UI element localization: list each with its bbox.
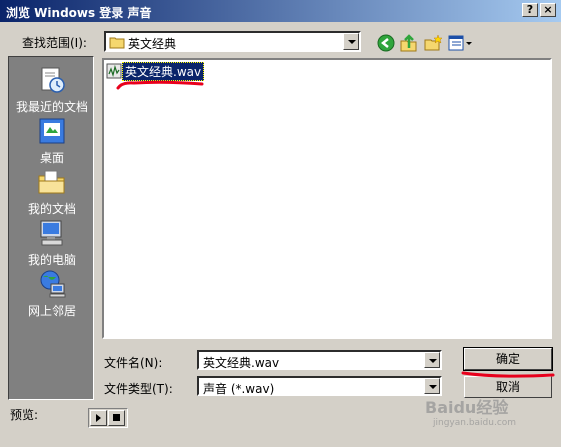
window-title: 浏览 Windows 登录 声音 <box>6 6 152 20</box>
place-label: 我的电脑 <box>27 253 76 267</box>
stop-icon <box>113 414 120 421</box>
my-documents-icon <box>38 170 65 194</box>
lookin-dropdown-arrow[interactable] <box>343 33 359 50</box>
open-dialog: 浏览 Windows 登录 声音 ? × 查找范围(I): 英文经典 我最近的文… <box>0 0 561 447</box>
places-bar: 我最近的文档 桌面 我的文档 我的电脑 网上邻居 <box>8 56 94 400</box>
file-list[interactable]: 英文经典.wav <box>102 58 552 339</box>
place-label: 网上邻居 <box>27 304 76 318</box>
lookin-label: 查找范围(I): <box>22 36 87 50</box>
filetype-select[interactable]: 声音 (*.wav) <box>197 376 442 396</box>
filename-label: 文件名(N): <box>104 356 163 370</box>
filetype-label: 文件类型(T): <box>104 382 173 396</box>
filename-dropdown-arrow[interactable] <box>424 352 440 368</box>
title-bar[interactable]: 浏览 Windows 登录 声音 ? × <box>0 0 561 22</box>
preview-label: 预览: <box>10 408 39 422</box>
desktop-icon <box>39 118 65 144</box>
new-folder-icon[interactable] <box>423 33 443 53</box>
folder-icon <box>109 37 125 49</box>
place-desktop[interactable]: 桌面 <box>9 116 95 166</box>
play-icon <box>96 414 101 422</box>
filename-value: 英文经典.wav <box>203 356 280 370</box>
lookin-dropdown[interactable]: 英文经典 <box>104 31 361 52</box>
annotation-underline-ok <box>461 371 555 378</box>
filename-input[interactable]: 英文经典.wav <box>197 350 442 370</box>
watermark-url: jingyan.baidu.com <box>433 418 517 428</box>
help-button[interactable]: ? <box>522 3 538 17</box>
back-icon[interactable] <box>376 33 396 53</box>
lookin-value: 英文经典 <box>128 37 177 51</box>
filetype-value: 声音 (*.wav) <box>203 382 275 396</box>
place-recent-docs[interactable]: 我最近的文档 <box>9 65 95 115</box>
recent-docs-icon <box>41 67 65 93</box>
place-label: 我的文档 <box>27 202 76 216</box>
up-folder-icon[interactable] <box>399 33 419 53</box>
watermark: Baidu经验 jingyan.baidu.com <box>425 394 516 428</box>
preview-controls <box>88 408 128 428</box>
place-my-computer[interactable]: 我的电脑 <box>9 218 95 268</box>
network-places-icon <box>40 270 66 298</box>
my-computer-icon <box>40 220 63 246</box>
watermark-logo: Baidu经验 <box>425 398 509 417</box>
place-my-documents[interactable]: 我的文档 <box>9 167 95 217</box>
place-label: 桌面 <box>39 151 64 165</box>
view-menu-icon[interactable] <box>447 33 473 53</box>
play-button[interactable] <box>90 410 107 426</box>
filetype-dropdown-arrow[interactable] <box>424 378 440 394</box>
stop-button[interactable] <box>108 410 125 426</box>
annotation-underline-file <box>116 80 204 90</box>
place-network[interactable]: 网上邻居 <box>9 269 95 319</box>
close-button[interactable]: × <box>540 3 556 17</box>
place-label: 我最近的文档 <box>15 100 88 114</box>
ok-button[interactable]: 确定 <box>463 347 553 371</box>
